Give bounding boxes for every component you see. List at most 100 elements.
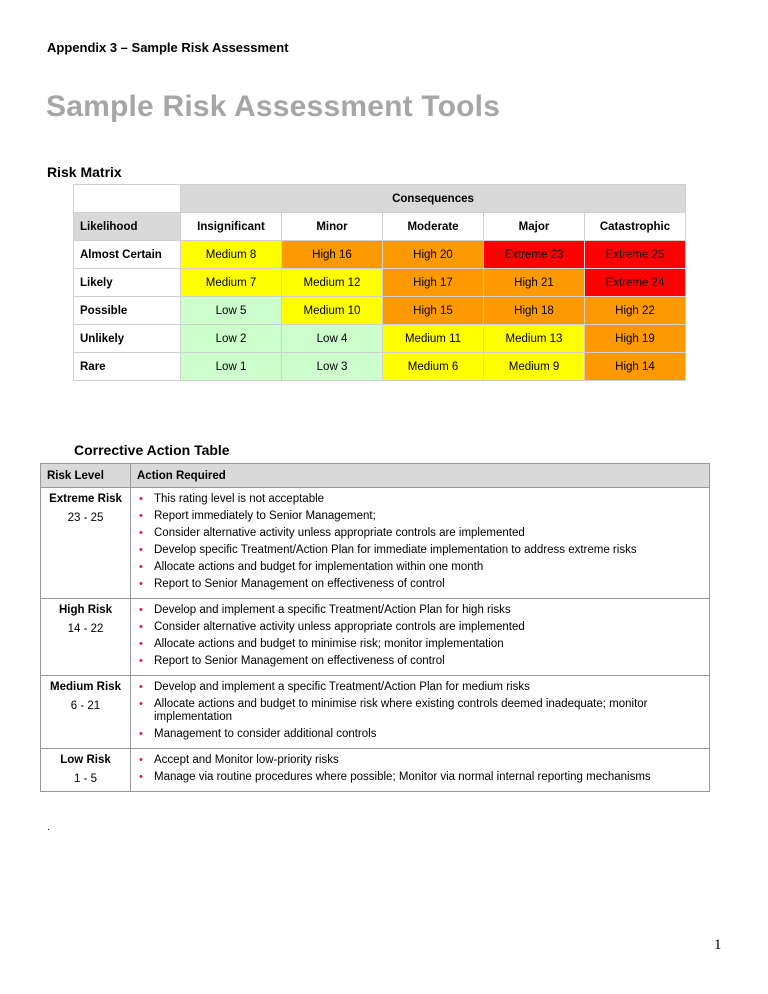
bullet-icon: • bbox=[139, 681, 143, 693]
likelihood-label: Almost Certain bbox=[73, 240, 181, 269]
action-text: Accept and Monitor low-priority risks bbox=[154, 754, 339, 766]
action-text: Allocate actions and budget to minimise … bbox=[154, 698, 648, 723]
page-title: Sample Risk Assessment Tools bbox=[46, 90, 501, 123]
matrix-header-row: Consequences bbox=[73, 184, 686, 213]
action-text: Allocate actions and budget for implemen… bbox=[154, 561, 484, 573]
page-number: 1 bbox=[714, 937, 722, 953]
bullet-icon: • bbox=[139, 621, 143, 633]
consequence-column-header: Catastrophic bbox=[584, 212, 686, 241]
consequence-column-header: Major bbox=[483, 212, 585, 241]
corrective-action-table: Risk Level Action Required Extreme Risk 2… bbox=[40, 463, 710, 792]
bullet-icon: • bbox=[139, 510, 143, 522]
action-text: Allocate actions and budget to minimise … bbox=[154, 638, 504, 650]
action-item: • Report to Senior Management on effectiv… bbox=[137, 655, 703, 668]
consequences-header: Consequences bbox=[180, 184, 686, 213]
action-list: • Develop and implement a specific Treatm… bbox=[137, 604, 703, 668]
risk-cell-low: Low 5 bbox=[180, 296, 282, 325]
bullet-icon: • bbox=[139, 578, 143, 590]
risk-level-name: Low Risk bbox=[60, 754, 111, 766]
action-item: • Management to consider additional contr… bbox=[137, 728, 703, 741]
likelihood-label: Possible bbox=[73, 296, 181, 325]
bullet-icon: • bbox=[139, 771, 143, 783]
risk-cell-medium: Medium 6 bbox=[382, 352, 484, 381]
action-text: Develop and implement a specific Treatme… bbox=[154, 604, 511, 616]
bullet-icon: • bbox=[139, 544, 143, 556]
risk-cell-low: Low 3 bbox=[281, 352, 383, 381]
action-text: Report to Senior Management on effective… bbox=[154, 655, 445, 667]
action-item: • Develop specific Treatment/Action Plan … bbox=[137, 544, 703, 557]
action-list: • Accept and Monitor low-priority risks • M… bbox=[137, 754, 703, 784]
action-text: Report immediately to Senior Management; bbox=[154, 510, 376, 522]
risk-level-range: 23 - 25 bbox=[67, 512, 104, 524]
consequence-column-header: Minor bbox=[281, 212, 383, 241]
risk-cell-low: Low 4 bbox=[281, 324, 383, 353]
matrix-row: Rare Low 1 Low 3 Medium 6 Medium 9 High 14 bbox=[73, 352, 686, 381]
action-header-row: Risk Level Action Required bbox=[40, 463, 710, 488]
action-item: • Consider alternative activity unless ap… bbox=[137, 621, 703, 634]
risk-cell-high: High 21 bbox=[483, 268, 585, 297]
action-row: Extreme Risk 23 - 25 • This rating level is… bbox=[40, 487, 710, 599]
action-text: Develop specific Treatment/Action Plan f… bbox=[154, 544, 637, 556]
risk-cell-medium: Medium 9 bbox=[483, 352, 585, 381]
action-text: Report to Senior Management on effective… bbox=[154, 578, 445, 590]
action-text: Develop and implement a specific Treatme… bbox=[154, 681, 530, 693]
risk-level-name: Medium Risk bbox=[50, 681, 121, 693]
risk-cell-medium: Medium 8 bbox=[180, 240, 282, 269]
action-row: Medium Risk 6 - 21 • Develop and implement … bbox=[40, 675, 710, 749]
bullet-icon: • bbox=[139, 754, 143, 766]
risk-cell-medium: Medium 12 bbox=[281, 268, 383, 297]
consequence-column-header: Insignificant bbox=[180, 212, 282, 241]
action-item: • This rating level is not acceptable bbox=[137, 493, 703, 506]
action-row: Low Risk 1 - 5 • Accept and Monitor low-pri… bbox=[40, 748, 710, 792]
risk-level-cell: High Risk 14 - 22 bbox=[40, 598, 131, 676]
risk-level-cell: Medium Risk 6 - 21 bbox=[40, 675, 131, 749]
matrix-row: Almost Certain Medium 8 High 16 High 20 Extr… bbox=[73, 240, 686, 269]
risk-cell-extreme: Extreme 24 bbox=[584, 268, 686, 297]
likelihood-label: Unlikely bbox=[73, 324, 181, 353]
bullet-icon: • bbox=[139, 604, 143, 616]
action-item: • Consider alternative activity unless ap… bbox=[137, 527, 703, 540]
risk-cell-medium: Medium 11 bbox=[382, 324, 484, 353]
likelihood-label: Likely bbox=[73, 268, 181, 297]
bullet-icon: • bbox=[139, 638, 143, 650]
risk-cell-medium: Medium 13 bbox=[483, 324, 585, 353]
action-item: • Allocate actions and budget to minimise… bbox=[137, 698, 703, 724]
risk-matrix-heading: Risk Matrix bbox=[47, 164, 122, 180]
action-item: • Develop and implement a specific Treatm… bbox=[137, 604, 703, 617]
risk-level-range: 14 - 22 bbox=[67, 623, 104, 635]
action-text: Consider alternative activity unless app… bbox=[154, 621, 525, 633]
matrix-corner-cell bbox=[73, 184, 181, 213]
bullet-icon: • bbox=[139, 561, 143, 573]
risk-level-range: 1 - 5 bbox=[73, 773, 97, 785]
action-item: • Allocate actions and budget to minimise… bbox=[137, 638, 703, 651]
action-text: This rating level is not acceptable bbox=[154, 493, 325, 505]
risk-cell-high: High 19 bbox=[584, 324, 686, 353]
matrix-row: Likely Medium 7 Medium 12 High 17 High 21 Ext… bbox=[73, 268, 686, 297]
action-text: Management to consider additional contro… bbox=[154, 728, 377, 740]
risk-cell-extreme: Extreme 25 bbox=[584, 240, 686, 269]
action-list: • This rating level is not acceptable • Rep… bbox=[137, 493, 703, 591]
matrix-column-header-row: Likelihood Insignificant Minor Moderate Maj… bbox=[73, 212, 686, 241]
action-row: High Risk 14 - 22 • Develop and implement a… bbox=[40, 598, 710, 676]
action-text: Manage via routine procedures where poss… bbox=[154, 771, 651, 783]
consequence-column-header: Moderate bbox=[382, 212, 484, 241]
stray-dot: . bbox=[47, 822, 50, 833]
risk-level-name: High Risk bbox=[58, 604, 113, 616]
action-item: • Accept and Monitor low-priority risks bbox=[137, 754, 703, 767]
matrix-row: Unlikely Low 2 Low 4 Medium 11 Medium 13 High… bbox=[73, 324, 686, 353]
risk-level-cell: Extreme Risk 23 - 25 bbox=[40, 487, 131, 599]
action-list: • Develop and implement a specific Treatm… bbox=[137, 681, 703, 741]
risk-level-name: Extreme Risk bbox=[49, 493, 122, 505]
likelihood-label: Rare bbox=[73, 352, 181, 381]
risk-level-header: Risk Level bbox=[40, 463, 131, 488]
risk-cell-extreme: Extreme 23 bbox=[483, 240, 585, 269]
risk-level-cell: Low Risk 1 - 5 bbox=[40, 748, 131, 792]
risk-cell-high: High 14 bbox=[584, 352, 686, 381]
bullet-icon: • bbox=[139, 493, 143, 505]
action-required-header: Action Required bbox=[130, 463, 710, 488]
actions-cell: • Develop and implement a specific Treatm… bbox=[130, 675, 710, 749]
risk-cell-high: High 18 bbox=[483, 296, 585, 325]
bullet-icon: • bbox=[139, 527, 143, 539]
bullet-icon: • bbox=[139, 698, 143, 710]
risk-cell-low: Low 2 bbox=[180, 324, 282, 353]
